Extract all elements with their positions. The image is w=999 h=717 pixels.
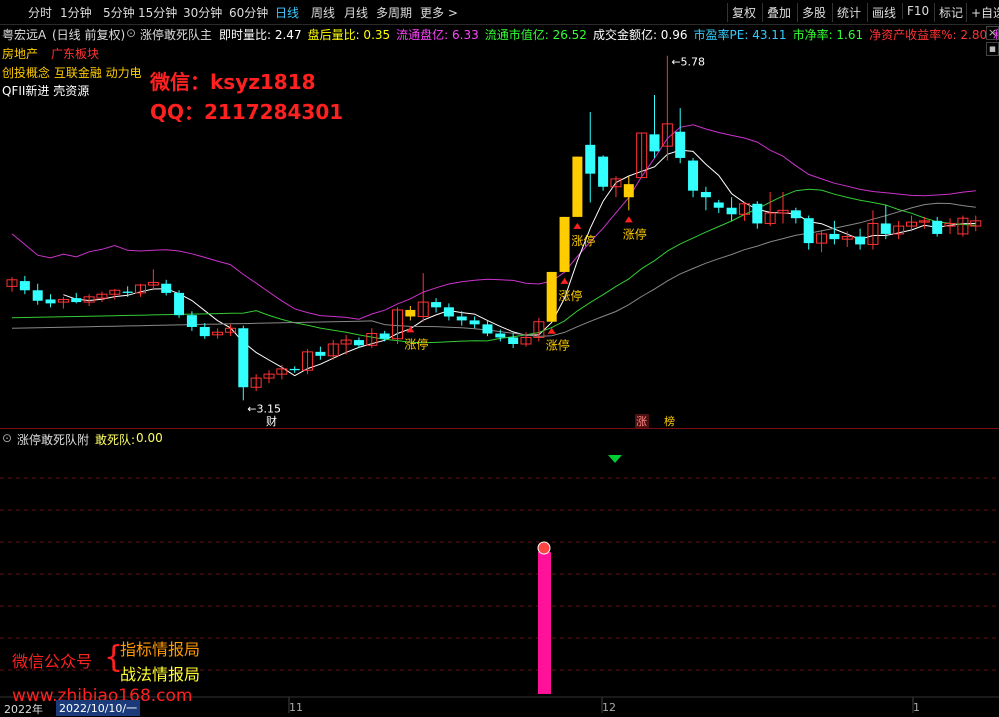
candle-body: [161, 283, 172, 293]
candle-body: [559, 216, 570, 272]
candle-body: [598, 156, 609, 187]
candle-body: [379, 333, 390, 339]
ma30-line: [11, 202, 976, 337]
low-price-label: ←3.15: [247, 402, 281, 415]
candle-body: [932, 220, 943, 234]
axis-month-1: 1: [913, 701, 920, 714]
candle-body: [726, 207, 737, 215]
candle-body: [482, 324, 493, 334]
watermark-line1: 指标情报局: [120, 640, 201, 659]
high-price-label: ←5.78: [671, 56, 705, 69]
watermark-wechat: 微信：ksyz1818: [150, 70, 316, 94]
sub-indicator-name[interactable]: 涨停敢死队附: [17, 431, 89, 448]
candle-body: [508, 337, 519, 344]
candle-body: [675, 131, 686, 158]
up-arrow-icon: [560, 277, 569, 284]
limit-up-label: 涨停: [404, 336, 428, 351]
limit-up-label: 涨停: [559, 288, 583, 303]
ma20-line: [11, 188, 976, 344]
sub-series-label: 敢死队:: [95, 433, 136, 447]
event-marker-cai: 财: [266, 414, 277, 428]
ma-upper-line: [11, 124, 976, 320]
candle-body: [572, 156, 583, 217]
limit-up-label: 涨停: [546, 338, 570, 353]
event-marker-bang: 榜: [664, 414, 675, 428]
candle-body: [790, 210, 801, 219]
watermark-line2: 战法情报局: [120, 665, 201, 684]
up-arrow-icon: [624, 216, 633, 223]
axis-month-12: 12: [602, 701, 616, 714]
event-marker-zhang: 涨: [636, 415, 647, 428]
candle-body: [880, 223, 891, 234]
candle-body: [546, 271, 557, 322]
candle-body: [803, 218, 814, 244]
candle-body: [405, 309, 416, 317]
candle-body: [315, 351, 326, 356]
candle-body: [19, 281, 30, 291]
sub-indicator-collapse-icon[interactable]: ⊙: [2, 431, 12, 445]
signal-dot-icon: [537, 541, 551, 555]
candle-body: [456, 316, 467, 321]
candle-body: [186, 315, 197, 327]
candle-body: [45, 299, 56, 304]
candle-body: [122, 291, 133, 293]
axis-month-11: 11: [289, 701, 303, 714]
candle-body: [32, 290, 43, 301]
candle-body: [238, 328, 249, 388]
candle-body: [752, 203, 763, 224]
signal-bar: [538, 552, 551, 694]
candle-body: [585, 144, 596, 174]
axis-cursor-date: 2022/10/10/一: [56, 700, 141, 716]
candle-body: [829, 233, 840, 240]
up-arrow-icon: [573, 222, 582, 229]
candle-body: [700, 192, 711, 198]
sub-series-value: 0.00: [136, 431, 163, 445]
candle-body: [289, 368, 300, 371]
candle-body: [443, 307, 454, 317]
watermark-qq: QQ：2117284301: [150, 100, 344, 124]
candle-body: [688, 160, 699, 191]
candle-body: [713, 202, 724, 208]
axis-year: 2022年: [4, 703, 43, 716]
candle-body: [174, 292, 185, 316]
watermark-gzh: 微信公众号: [12, 652, 93, 671]
candle-body: [649, 134, 660, 152]
limit-up-label: 涨停: [571, 233, 595, 248]
candle-body: [623, 184, 634, 198]
candle-body: [469, 320, 480, 325]
down-triangle-icon: [608, 455, 622, 463]
candle-body: [353, 340, 364, 346]
limit-up-label: 涨停: [623, 226, 647, 241]
candle-body: [71, 298, 82, 303]
candle-body: [855, 236, 866, 245]
candle-body: [495, 333, 506, 338]
panel-divider: [0, 428, 999, 429]
candle-body: [199, 326, 210, 337]
candle-body: [431, 302, 442, 308]
